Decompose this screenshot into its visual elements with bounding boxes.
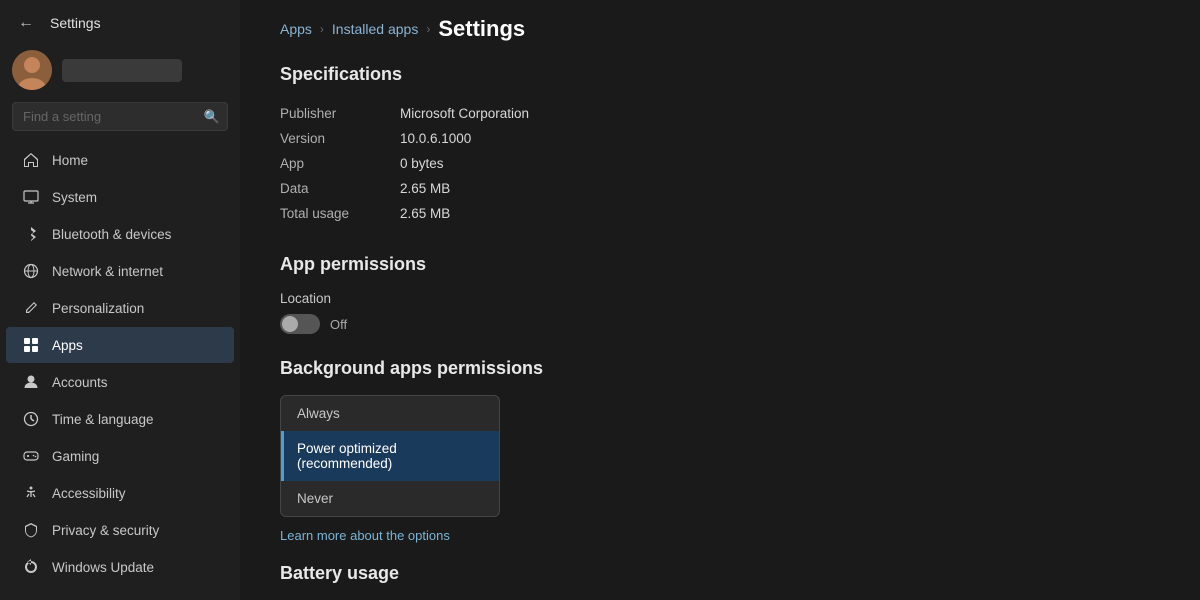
windows_update-icon [22, 558, 40, 576]
location-toggle-row: Off [280, 314, 1160, 334]
sidebar-item-label: Accounts [52, 375, 108, 390]
breadcrumb-installed-apps[interactable]: Installed apps [332, 21, 418, 37]
sidebar-item-label: Apps [52, 338, 83, 353]
user-section [0, 44, 240, 98]
breadcrumb-sep-1: › [320, 22, 324, 36]
main-content: Apps › Installed apps › Settings Specifi… [240, 0, 1200, 600]
search-input[interactable] [12, 102, 228, 131]
privacy-icon [22, 521, 40, 539]
sidebar-item-label: Accessibility [52, 486, 126, 501]
background-apps-title: Background apps permissions [280, 358, 1160, 379]
dropdown-option-always[interactable]: Always [281, 396, 499, 431]
spec-row-total-usage: Total usage 2.65 MB [280, 201, 1160, 226]
specifications-table: Publisher Microsoft Corporation Version … [280, 101, 1160, 226]
spec-value-version: 10.0.6.1000 [400, 131, 471, 146]
page-title: Settings [438, 16, 525, 42]
spec-label-data: Data [280, 181, 400, 196]
spec-row-publisher: Publisher Microsoft Corporation [280, 101, 1160, 126]
home-icon [22, 151, 40, 169]
breadcrumb: Apps › Installed apps › Settings [280, 0, 1160, 60]
sidebar-item-home[interactable]: Home [6, 142, 234, 178]
nav-list: Home System Bluetooth & devices Network … [0, 137, 240, 600]
network-icon [22, 262, 40, 280]
sidebar-item-privacy[interactable]: Privacy & security [6, 512, 234, 548]
sidebar-item-label: Privacy & security [52, 523, 159, 538]
search-box: 🔍 [12, 102, 228, 131]
spec-value-data: 2.65 MB [400, 181, 450, 196]
sidebar-item-label: Windows Update [52, 560, 154, 575]
apps-icon [22, 336, 40, 354]
sidebar-title: Settings [50, 15, 101, 31]
sidebar: ← Settings 🔍 Home System [0, 0, 240, 600]
spec-value-app: 0 bytes [400, 156, 444, 171]
sidebar-item-bluetooth[interactable]: Bluetooth & devices [6, 216, 234, 252]
spec-label-publisher: Publisher [280, 106, 400, 121]
sidebar-item-accessibility[interactable]: Accessibility [6, 475, 234, 511]
learn-more-link[interactable]: Learn more about the options [280, 528, 450, 543]
location-label: Location [280, 291, 1160, 306]
breadcrumb-apps[interactable]: Apps [280, 21, 312, 37]
user-name [70, 63, 74, 78]
spec-value-publisher: Microsoft Corporation [400, 106, 529, 121]
specifications-title: Specifications [280, 64, 1160, 85]
spec-label-app: App [280, 156, 400, 171]
gaming-icon [22, 447, 40, 465]
sidebar-item-gaming[interactable]: Gaming [6, 438, 234, 474]
accessibility-icon [22, 484, 40, 502]
location-toggle[interactable] [280, 314, 320, 334]
back-button[interactable]: ← [12, 9, 40, 37]
sidebar-item-label: Time & language [52, 412, 154, 427]
app-permissions-section: App permissions Location Off [280, 254, 1160, 334]
sidebar-item-personalization[interactable]: Personalization [6, 290, 234, 326]
bluetooth-icon [22, 225, 40, 243]
background-apps-section: Background apps permissions Always Power… [280, 358, 1160, 543]
sidebar-item-label: Personalization [52, 301, 144, 316]
user-name-box[interactable] [62, 59, 182, 82]
spec-value-total-usage: 2.65 MB [400, 206, 450, 221]
background-apps-dropdown[interactable]: Always Power optimized (recommended) Nev… [280, 395, 500, 517]
battery-usage-section: Battery usage Check this app's battery u… [280, 563, 1160, 600]
sidebar-item-label: Bluetooth & devices [52, 227, 171, 242]
avatar [12, 50, 52, 90]
sidebar-item-system[interactable]: System [6, 179, 234, 215]
sidebar-item-label: Home [52, 153, 88, 168]
battery-usage-title: Battery usage [280, 563, 1160, 584]
spec-label-total-usage: Total usage [280, 206, 400, 221]
spec-label-version: Version [280, 131, 400, 146]
sidebar-item-label: System [52, 190, 97, 205]
sidebar-item-windows_update[interactable]: Windows Update [6, 549, 234, 585]
spec-row-data: Data 2.65 MB [280, 176, 1160, 201]
sidebar-item-label: Gaming [52, 449, 99, 464]
system-icon [22, 188, 40, 206]
sidebar-item-label: Network & internet [52, 264, 163, 279]
location-permission: Location Off [280, 291, 1160, 334]
location-toggle-state: Off [330, 317, 347, 332]
dropdown-option-power-optimized[interactable]: Power optimized (recommended) [281, 431, 499, 481]
app-permissions-title: App permissions [280, 254, 1160, 275]
personalization-icon [22, 299, 40, 317]
breadcrumb-sep-2: › [426, 22, 430, 36]
sidebar-top: ← Settings [0, 0, 240, 44]
time-icon [22, 410, 40, 428]
accounts-icon [22, 373, 40, 391]
search-icon: 🔍 [204, 109, 220, 125]
spec-row-app: App 0 bytes [280, 151, 1160, 176]
sidebar-item-apps[interactable]: Apps [6, 327, 234, 363]
sidebar-item-network[interactable]: Network & internet [6, 253, 234, 289]
sidebar-item-accounts[interactable]: Accounts [6, 364, 234, 400]
spec-row-version: Version 10.0.6.1000 [280, 126, 1160, 151]
toggle-knob [282, 316, 298, 332]
sidebar-item-time[interactable]: Time & language [6, 401, 234, 437]
dropdown-option-never[interactable]: Never [281, 481, 499, 516]
